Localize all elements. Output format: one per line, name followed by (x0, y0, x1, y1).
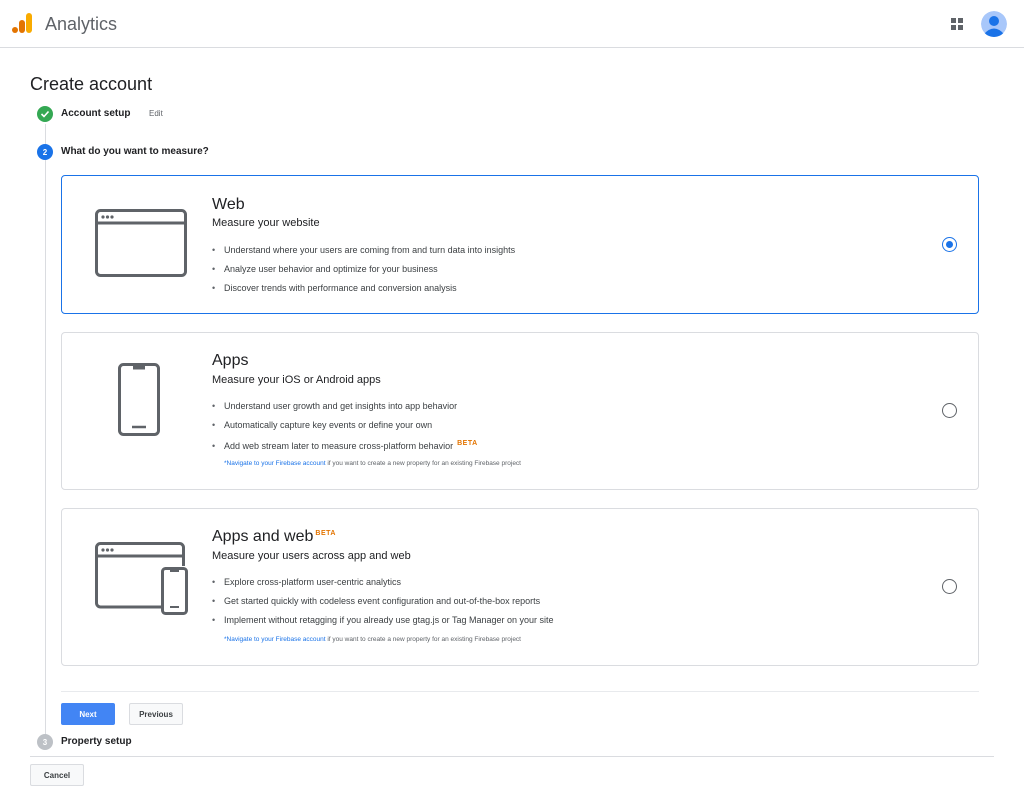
list-item: Get started quickly with codeless event … (212, 595, 554, 614)
option-bullets-web: Understand where your users are coming f… (212, 244, 515, 301)
list-item: Implement without retagging if you alrea… (212, 614, 554, 633)
list-item: Understand where your users are coming f… (212, 244, 515, 263)
step-measure-label: What do you want to measure? (61, 146, 209, 157)
page-title: Create account (30, 74, 153, 94)
list-item: Automatically capture key events or defi… (212, 419, 478, 438)
option-card-apps[interactable]: Apps Measure your iOS or Android apps Un… (61, 332, 979, 490)
radio-web[interactable] (942, 237, 957, 252)
option-subtitle-web: Measure your website (212, 217, 320, 229)
beta-badge: BETA (315, 529, 336, 537)
top-bar: Analytics (0, 0, 1024, 48)
cancel-button[interactable]: Cancel (30, 764, 84, 786)
browser-window-icon (95, 209, 187, 277)
list-item: Add web stream later to measure cross-pl… (212, 438, 478, 457)
bullet-text: Add web stream later to measure cross-pl… (224, 441, 454, 451)
option-title-text: Apps and web (212, 528, 314, 545)
beta-badge: BETA (457, 440, 478, 447)
option-subtitle-apps-and-web: Measure your users across app and web (212, 550, 411, 562)
divider (30, 756, 994, 757)
footnote-text: if you want to create a new property for… (325, 636, 521, 643)
list-item: Discover trends with performance and con… (212, 282, 515, 301)
divider (61, 691, 979, 692)
option-card-apps-and-web[interactable]: Apps and web BETA Measure your users acro… (61, 508, 979, 666)
step-property-setup-label: Property setup (61, 736, 132, 747)
option-bullets-apps-and-web: Explore cross-platform user-centric anal… (212, 576, 554, 633)
step-3-number: 3 (37, 734, 53, 750)
firebase-footnote: *Navigate to your Firebase account if yo… (224, 636, 521, 643)
list-item: Analyze user behavior and optimize for y… (212, 263, 515, 282)
option-title-web: Web (212, 196, 245, 213)
radio-apps[interactable] (942, 403, 957, 418)
step-2-number: 2 (37, 144, 53, 160)
browser-and-phone-icon (95, 542, 188, 615)
list-item: Explore cross-platform user-centric anal… (212, 576, 554, 595)
firebase-link[interactable]: *Navigate to your Firebase account (224, 636, 326, 643)
footnote-text: if you want to create a new property for… (325, 460, 521, 467)
stepper-line (45, 124, 46, 736)
edit-account-setup-link[interactable]: Edit (149, 109, 163, 118)
app-title: Analytics (45, 14, 118, 34)
apps-grid-icon[interactable] (949, 16, 965, 32)
next-button[interactable]: Next (61, 703, 115, 725)
option-card-web[interactable]: Web Measure your website Understand wher… (61, 175, 979, 314)
option-title-apps: Apps (212, 352, 249, 369)
firebase-link[interactable]: *Navigate to your Firebase account (224, 460, 326, 467)
phone-icon (118, 363, 160, 436)
list-item: Understand user growth and get insights … (212, 400, 478, 419)
step-account-setup-label: Account setup (61, 108, 131, 119)
account-avatar-icon[interactable] (981, 11, 1007, 37)
option-title-apps-and-web: Apps and web BETA (212, 528, 336, 546)
firebase-footnote: *Navigate to your Firebase account if yo… (224, 460, 521, 467)
radio-apps-and-web[interactable] (942, 579, 957, 594)
check-icon (37, 106, 53, 122)
previous-button[interactable]: Previous (129, 703, 183, 725)
option-subtitle-apps: Measure your iOS or Android apps (212, 374, 381, 386)
analytics-logo-icon[interactable] (11, 12, 33, 34)
option-bullets-apps: Understand user growth and get insights … (212, 400, 478, 457)
